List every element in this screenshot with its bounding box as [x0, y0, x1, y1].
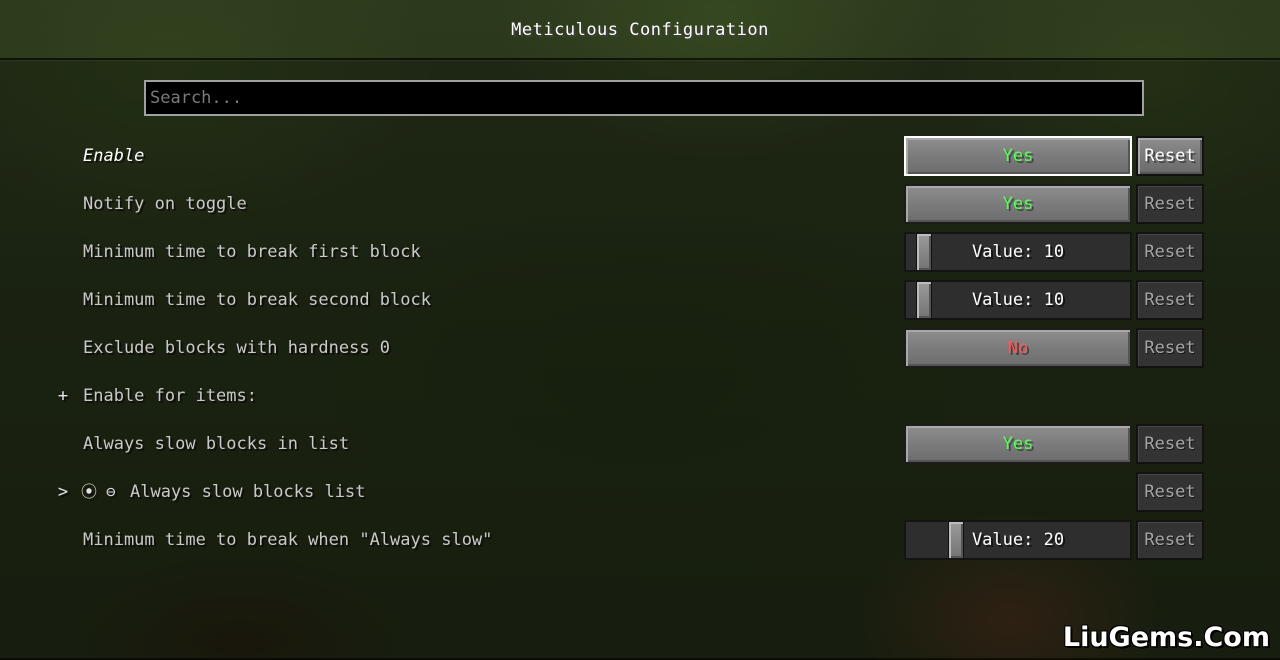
option-row-min-time-always-slow: Minimum time to break when "Always slow"…: [0, 520, 1280, 560]
option-label: Minimum time to break first block: [83, 242, 421, 262]
option-row-notify-on-toggle: Notify on toggle Yes Reset: [0, 184, 1280, 224]
expand-plus-icon[interactable]: +: [55, 376, 71, 416]
enable-toggle-button[interactable]: Yes: [904, 136, 1132, 176]
option-label: Always slow blocks in list: [83, 434, 350, 454]
option-label: Enable: [83, 146, 145, 166]
slider-value: Value: 20: [971, 530, 1065, 550]
option-row-exclude-hardness-0: Exclude blocks with hardness 0 No Reset: [0, 328, 1280, 368]
add-entry-icon[interactable]: ⦿: [81, 472, 97, 512]
option-label: Minimum time to break second block: [83, 290, 431, 310]
option-row-always-slow-list: > ⦿ ⊖ Always slow blocks list Reset: [0, 472, 1280, 512]
slider-value: Value: 10: [971, 242, 1065, 262]
reset-button[interactable]: Reset: [1136, 424, 1204, 464]
always-slow-toggle-button[interactable]: Yes: [904, 424, 1132, 464]
remove-entry-icon[interactable]: ⊖: [106, 472, 116, 512]
reset-button[interactable]: Reset: [1136, 472, 1204, 512]
reset-button[interactable]: Reset: [1136, 184, 1204, 224]
toggle-value: Yes: [1002, 434, 1034, 454]
option-row-enable: Enable Yes Reset: [0, 136, 1280, 176]
option-label: Minimum time to break when "Always slow": [83, 530, 493, 550]
option-label: Always slow blocks list: [130, 482, 366, 502]
toggle-value: No: [1007, 338, 1029, 358]
reset-button[interactable]: Reset: [1136, 520, 1204, 560]
toggle-value: Yes: [1002, 146, 1034, 166]
min-time-always-slow-slider[interactable]: Value: 20: [904, 520, 1132, 560]
option-row-min-time-first-block: Minimum time to break first block Value:…: [0, 232, 1280, 272]
category-label[interactable]: Enable for items:: [83, 376, 257, 416]
watermark-logo: LiuGems.Com: [1062, 622, 1270, 653]
header: Meticulous Configuration: [0, 0, 1280, 58]
reset-button[interactable]: Reset: [1136, 328, 1204, 368]
reset-button[interactable]: Reset: [1136, 232, 1204, 272]
reset-button[interactable]: Reset: [1136, 136, 1204, 176]
notify-toggle-button[interactable]: Yes: [904, 184, 1132, 224]
option-row-enable-for-items: + Enable for items:: [0, 376, 1280, 416]
option-label: Exclude blocks with hardness 0: [83, 338, 391, 358]
search-field[interactable]: [144, 80, 1144, 116]
search-input[interactable]: [146, 82, 1142, 114]
exclude-hardness-toggle-button[interactable]: No: [904, 328, 1132, 368]
reset-button[interactable]: Reset: [1136, 280, 1204, 320]
option-label: Notify on toggle: [83, 194, 247, 214]
toggle-value: Yes: [1002, 194, 1034, 214]
option-row-min-time-second-block: Minimum time to break second block Value…: [0, 280, 1280, 320]
slider-value: Value: 10: [971, 290, 1065, 310]
expand-chevron-icon[interactable]: >: [55, 472, 71, 512]
page-title: Meticulous Configuration: [511, 20, 769, 40]
option-row-always-slow-in-list: Always slow blocks in list Yes Reset: [0, 424, 1280, 464]
min-time-second-block-slider[interactable]: Value: 10: [904, 280, 1132, 320]
min-time-first-block-slider[interactable]: Value: 10: [904, 232, 1132, 272]
